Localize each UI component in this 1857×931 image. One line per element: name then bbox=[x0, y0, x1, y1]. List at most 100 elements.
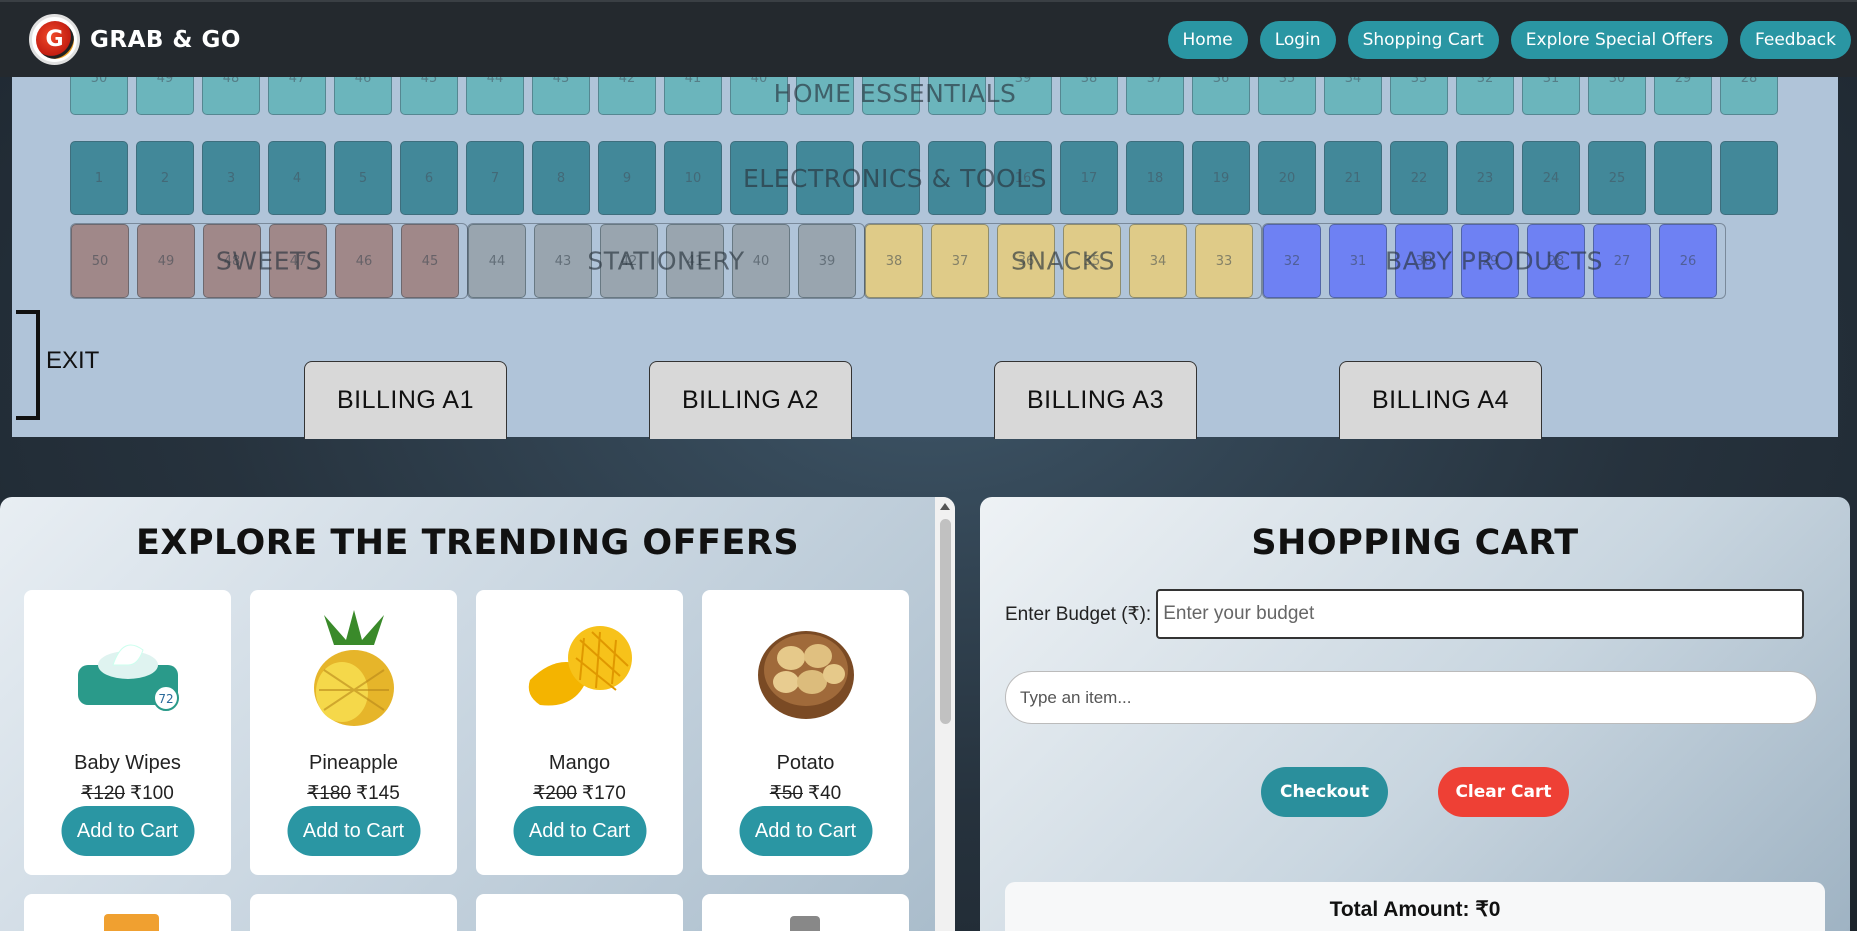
new-price: ₹170 bbox=[582, 783, 626, 804]
shelf-slot[interactable]: 19 bbox=[1192, 141, 1250, 215]
shelf-slot[interactable]: 29 bbox=[1461, 224, 1519, 298]
aisle-electronics-tools: 1 2 3 4 5 6 7 8 9 10 16 17 18 19 20 21 22 23 24 25 bbox=[70, 141, 1786, 215]
section-sweets[interactable]: 50 49 48 47 46 45 SWEETS bbox=[70, 223, 468, 299]
shelf-slot[interactable]: 8 bbox=[532, 141, 590, 215]
budget-input[interactable] bbox=[1156, 589, 1805, 639]
shelf-slot[interactable] bbox=[730, 141, 788, 215]
shelf-slot[interactable] bbox=[796, 141, 854, 215]
shelf-slot[interactable]: 43 bbox=[534, 224, 592, 298]
shelf-slot[interactable]: 37 bbox=[931, 224, 989, 298]
shelf-slot[interactable]: 50 bbox=[71, 224, 129, 298]
billing-counter-a4[interactable]: BILLING A4 bbox=[1339, 361, 1542, 439]
old-price: ₹120 bbox=[81, 783, 125, 804]
budget-label: Enter Budget (₹): bbox=[1005, 603, 1152, 625]
product-card: Mango ₹200 ₹170 Add to Cart bbox=[476, 590, 683, 875]
shelf-slot[interactable] bbox=[1654, 141, 1712, 215]
shelf-slot[interactable] bbox=[1720, 141, 1778, 215]
section-stationery[interactable]: 44 43 42 41 40 39 STATIONERY bbox=[467, 223, 865, 299]
nav-special-offers-button[interactable]: Explore Special Offers bbox=[1510, 20, 1729, 59]
shelf-slot[interactable]: 1 bbox=[70, 141, 128, 215]
shelf-slot[interactable]: 2 bbox=[136, 141, 194, 215]
checkout-button[interactable]: Checkout bbox=[1261, 767, 1388, 817]
product-card: Potato ₹50 ₹40 Add to Cart bbox=[702, 590, 909, 875]
shelf-slot[interactable]: 45 bbox=[401, 224, 459, 298]
add-to-cart-button[interactable]: Add to Cart bbox=[287, 806, 420, 856]
clear-cart-button[interactable]: Clear Cart bbox=[1438, 767, 1569, 817]
mango-icon bbox=[528, 626, 632, 706]
shelf-slot[interactable]: 20 bbox=[1258, 141, 1316, 215]
shelf-slot[interactable]: 32 bbox=[1263, 224, 1321, 298]
shelf-slot[interactable]: 31 bbox=[1329, 224, 1387, 298]
shelf-slot[interactable]: 35 bbox=[1063, 224, 1121, 298]
section-snacks[interactable]: 38 37 36 35 34 33 SNACKS bbox=[864, 223, 1262, 299]
shelf-slot[interactable]: 23 bbox=[1456, 141, 1514, 215]
shelf-slot[interactable]: 24 bbox=[1522, 141, 1580, 215]
add-to-cart-button[interactable]: Add to Cart bbox=[61, 806, 194, 856]
item-search-input[interactable] bbox=[1005, 671, 1817, 724]
shelf-slot[interactable]: 25 bbox=[1588, 141, 1646, 215]
exit-label: EXIT bbox=[46, 347, 100, 374]
shelf-slot[interactable]: 44 bbox=[468, 224, 526, 298]
offers-scrollbar[interactable] bbox=[935, 497, 955, 931]
product-price: ₹120 ₹100 bbox=[24, 782, 231, 805]
product-name: Mango bbox=[548, 752, 611, 774]
shelf-slot[interactable]: 18 bbox=[1126, 141, 1184, 215]
shelf-slot[interactable]: 17 bbox=[1060, 141, 1118, 215]
section-baby-products[interactable]: 32 31 30 29 28 27 26 BABY PRODUCTS bbox=[1262, 223, 1726, 299]
shelf-slot[interactable]: 7 bbox=[466, 141, 524, 215]
shelf-slot[interactable]: 39 bbox=[798, 224, 856, 298]
product-card bbox=[24, 894, 231, 931]
shelf-slot[interactable]: 4 bbox=[268, 141, 326, 215]
shelf-slot[interactable]: 3 bbox=[202, 141, 260, 215]
shelf-slot[interactable]: 34 bbox=[1129, 224, 1187, 298]
nav-feedback-button[interactable]: Feedback bbox=[1740, 20, 1851, 59]
shelf-slot[interactable]: 10 bbox=[664, 141, 722, 215]
brand[interactable]: G GRAB & GO bbox=[29, 14, 241, 65]
shelf-slot[interactable]: 21 bbox=[1324, 141, 1382, 215]
shelf-slot[interactable]: 30 bbox=[1395, 224, 1453, 298]
shelf-slot[interactable]: 28 bbox=[1527, 224, 1585, 298]
budget-row: Enter Budget (₹): bbox=[1005, 589, 1805, 639]
nav-shopping-cart-button[interactable]: Shopping Cart bbox=[1347, 20, 1499, 59]
shelf-slot[interactable]: 38 bbox=[865, 224, 923, 298]
nav-links: Home Login Shopping Cart Explore Special… bbox=[1167, 20, 1851, 59]
trending-offers-panel: EXPLORE THE TRENDING OFFERS 72 Baby Wipe… bbox=[0, 497, 955, 931]
shelf-slot[interactable]: 16 bbox=[994, 141, 1052, 215]
scroll-up-arrow-icon[interactable] bbox=[940, 503, 950, 510]
shelf-slot[interactable]: 42 bbox=[600, 224, 658, 298]
product-name: Baby Wipes bbox=[74, 752, 181, 774]
total-amount-box: Total Amount: ₹0 bbox=[1005, 882, 1825, 931]
shelf-slot[interactable]: 22 bbox=[1390, 141, 1448, 215]
shelf-slot[interactable]: 48 bbox=[203, 224, 261, 298]
billing-counter-a3[interactable]: BILLING A3 bbox=[994, 361, 1197, 439]
shelf-slot[interactable]: 26 bbox=[1659, 224, 1717, 298]
shelf-slot[interactable]: 49 bbox=[137, 224, 195, 298]
offers-title: EXPLORE THE TRENDING OFFERS bbox=[135, 523, 800, 563]
nav-login-button[interactable]: Login bbox=[1259, 20, 1336, 59]
shelf-slot[interactable]: 6 bbox=[400, 141, 458, 215]
shelf-slot[interactable]: 47 bbox=[269, 224, 327, 298]
old-price: ₹200 bbox=[533, 783, 577, 804]
billing-counter-a2[interactable]: BILLING A2 bbox=[649, 361, 852, 439]
brand-logo: G bbox=[29, 14, 80, 65]
shelf-slot[interactable]: 40 bbox=[732, 224, 790, 298]
product-card bbox=[250, 894, 457, 931]
total-amount: Total Amount: ₹0 bbox=[1329, 898, 1501, 921]
old-price: ₹180 bbox=[307, 783, 351, 804]
top-navbar: G GRAB & GO Home Login Shopping Cart Exp… bbox=[0, 0, 1857, 77]
nav-home-button[interactable]: Home bbox=[1167, 20, 1248, 59]
add-to-cart-button[interactable]: Add to Cart bbox=[513, 806, 646, 856]
shelf-slot[interactable]: 5 bbox=[334, 141, 392, 215]
shelf-slot[interactable] bbox=[928, 141, 986, 215]
scroll-thumb[interactable] bbox=[940, 519, 951, 724]
shelf-slot[interactable] bbox=[862, 141, 920, 215]
billing-counter-a1[interactable]: BILLING A1 bbox=[304, 361, 507, 439]
shelf-slot[interactable]: 36 bbox=[997, 224, 1055, 298]
shelf-slot[interactable]: 33 bbox=[1195, 224, 1253, 298]
shelf-slot[interactable]: 46 bbox=[335, 224, 393, 298]
shelf-slot[interactable]: 41 bbox=[666, 224, 724, 298]
add-to-cart-button[interactable]: Add to Cart bbox=[739, 806, 872, 856]
shelf-slot[interactable]: 9 bbox=[598, 141, 656, 215]
shelf-slot[interactable]: 27 bbox=[1593, 224, 1651, 298]
new-price: ₹145 bbox=[356, 783, 400, 804]
